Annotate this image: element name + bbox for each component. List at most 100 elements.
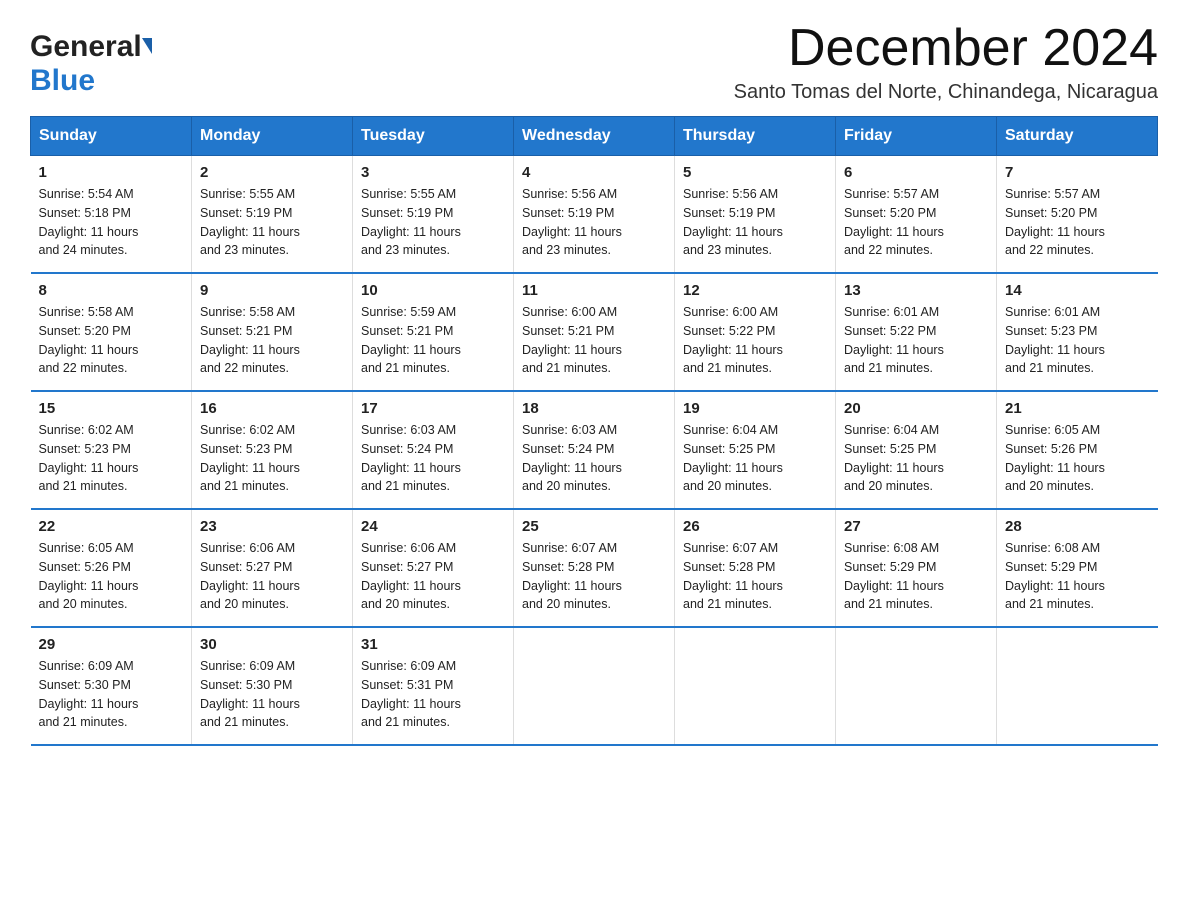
calendar-day-cell: 7 Sunrise: 5:57 AMSunset: 5:20 PMDayligh… bbox=[997, 156, 1158, 274]
day-number: 3 bbox=[361, 164, 505, 181]
calendar-day-cell: 8 Sunrise: 5:58 AMSunset: 5:20 PMDayligh… bbox=[31, 273, 192, 391]
calendar-day-cell: 5 Sunrise: 5:56 AMSunset: 5:19 PMDayligh… bbox=[675, 156, 836, 274]
day-number: 27 bbox=[844, 518, 988, 535]
day-info: Sunrise: 5:58 AMSunset: 5:20 PMDaylight:… bbox=[39, 303, 184, 378]
calendar-day-cell: 14 Sunrise: 6:01 AMSunset: 5:23 PMDaylig… bbox=[997, 273, 1158, 391]
day-number: 14 bbox=[1005, 282, 1150, 299]
calendar-header-wednesday: Wednesday bbox=[514, 117, 675, 156]
day-info: Sunrise: 5:55 AMSunset: 5:19 PMDaylight:… bbox=[200, 185, 344, 260]
calendar-day-cell: 28 Sunrise: 6:08 AMSunset: 5:29 PMDaylig… bbox=[997, 509, 1158, 627]
logo-arrow-icon bbox=[142, 38, 152, 54]
calendar-day-cell: 19 Sunrise: 6:04 AMSunset: 5:25 PMDaylig… bbox=[675, 391, 836, 509]
day-info: Sunrise: 5:55 AMSunset: 5:19 PMDaylight:… bbox=[361, 185, 505, 260]
day-number: 15 bbox=[39, 400, 184, 417]
calendar-day-cell bbox=[997, 627, 1158, 745]
day-number: 16 bbox=[200, 400, 344, 417]
day-info: Sunrise: 6:09 AMSunset: 5:30 PMDaylight:… bbox=[39, 657, 184, 732]
title-block: December 2024 Santo Tomas del Norte, Chi… bbox=[734, 20, 1158, 104]
calendar-header-friday: Friday bbox=[836, 117, 997, 156]
calendar-day-cell: 18 Sunrise: 6:03 AMSunset: 5:24 PMDaylig… bbox=[514, 391, 675, 509]
day-number: 29 bbox=[39, 636, 184, 653]
day-info: Sunrise: 6:03 AMSunset: 5:24 PMDaylight:… bbox=[522, 421, 666, 496]
calendar-day-cell: 1 Sunrise: 5:54 AMSunset: 5:18 PMDayligh… bbox=[31, 156, 192, 274]
calendar-day-cell: 2 Sunrise: 5:55 AMSunset: 5:19 PMDayligh… bbox=[192, 156, 353, 274]
day-number: 24 bbox=[361, 518, 505, 535]
day-info: Sunrise: 6:01 AMSunset: 5:22 PMDaylight:… bbox=[844, 303, 988, 378]
calendar-day-cell: 30 Sunrise: 6:09 AMSunset: 5:30 PMDaylig… bbox=[192, 627, 353, 745]
calendar-day-cell: 13 Sunrise: 6:01 AMSunset: 5:22 PMDaylig… bbox=[836, 273, 997, 391]
day-number: 28 bbox=[1005, 518, 1150, 535]
calendar-table: SundayMondayTuesdayWednesdayThursdayFrid… bbox=[30, 116, 1158, 746]
calendar-week-row: 8 Sunrise: 5:58 AMSunset: 5:20 PMDayligh… bbox=[31, 273, 1158, 391]
day-info: Sunrise: 6:02 AMSunset: 5:23 PMDaylight:… bbox=[39, 421, 184, 496]
day-info: Sunrise: 6:05 AMSunset: 5:26 PMDaylight:… bbox=[1005, 421, 1150, 496]
day-info: Sunrise: 6:06 AMSunset: 5:27 PMDaylight:… bbox=[361, 539, 505, 614]
calendar-day-cell bbox=[514, 627, 675, 745]
day-number: 18 bbox=[522, 400, 666, 417]
calendar-day-cell: 15 Sunrise: 6:02 AMSunset: 5:23 PMDaylig… bbox=[31, 391, 192, 509]
calendar-day-cell: 12 Sunrise: 6:00 AMSunset: 5:22 PMDaylig… bbox=[675, 273, 836, 391]
calendar-day-cell: 9 Sunrise: 5:58 AMSunset: 5:21 PMDayligh… bbox=[192, 273, 353, 391]
calendar-day-cell: 17 Sunrise: 6:03 AMSunset: 5:24 PMDaylig… bbox=[353, 391, 514, 509]
day-number: 11 bbox=[522, 282, 666, 299]
page-header: General Blue December 2024 Santo Tomas d… bbox=[30, 20, 1158, 104]
calendar-header-sunday: Sunday bbox=[31, 117, 192, 156]
day-number: 6 bbox=[844, 164, 988, 181]
day-info: Sunrise: 5:57 AMSunset: 5:20 PMDaylight:… bbox=[1005, 185, 1150, 260]
day-number: 21 bbox=[1005, 400, 1150, 417]
calendar-week-row: 15 Sunrise: 6:02 AMSunset: 5:23 PMDaylig… bbox=[31, 391, 1158, 509]
calendar-day-cell: 29 Sunrise: 6:09 AMSunset: 5:30 PMDaylig… bbox=[31, 627, 192, 745]
day-info: Sunrise: 6:00 AMSunset: 5:21 PMDaylight:… bbox=[522, 303, 666, 378]
day-number: 13 bbox=[844, 282, 988, 299]
calendar-week-row: 22 Sunrise: 6:05 AMSunset: 5:26 PMDaylig… bbox=[31, 509, 1158, 627]
calendar-day-cell: 10 Sunrise: 5:59 AMSunset: 5:21 PMDaylig… bbox=[353, 273, 514, 391]
day-number: 5 bbox=[683, 164, 827, 181]
calendar-week-row: 29 Sunrise: 6:09 AMSunset: 5:30 PMDaylig… bbox=[31, 627, 1158, 745]
day-info: Sunrise: 5:58 AMSunset: 5:21 PMDaylight:… bbox=[200, 303, 344, 378]
calendar-day-cell: 16 Sunrise: 6:02 AMSunset: 5:23 PMDaylig… bbox=[192, 391, 353, 509]
month-title: December 2024 bbox=[734, 20, 1158, 77]
logo: General Blue bbox=[30, 20, 152, 98]
calendar-day-cell bbox=[675, 627, 836, 745]
day-info: Sunrise: 6:01 AMSunset: 5:23 PMDaylight:… bbox=[1005, 303, 1150, 378]
calendar-day-cell: 23 Sunrise: 6:06 AMSunset: 5:27 PMDaylig… bbox=[192, 509, 353, 627]
calendar-header-row: SundayMondayTuesdayWednesdayThursdayFrid… bbox=[31, 117, 1158, 156]
day-number: 23 bbox=[200, 518, 344, 535]
day-number: 31 bbox=[361, 636, 505, 653]
calendar-day-cell: 24 Sunrise: 6:06 AMSunset: 5:27 PMDaylig… bbox=[353, 509, 514, 627]
day-info: Sunrise: 6:07 AMSunset: 5:28 PMDaylight:… bbox=[522, 539, 666, 614]
location-subtitle: Santo Tomas del Norte, Chinandega, Nicar… bbox=[734, 81, 1158, 104]
day-number: 10 bbox=[361, 282, 505, 299]
logo-general-text: General bbox=[30, 30, 152, 64]
calendar-day-cell: 21 Sunrise: 6:05 AMSunset: 5:26 PMDaylig… bbox=[997, 391, 1158, 509]
day-info: Sunrise: 6:09 AMSunset: 5:31 PMDaylight:… bbox=[361, 657, 505, 732]
day-number: 25 bbox=[522, 518, 666, 535]
day-number: 30 bbox=[200, 636, 344, 653]
day-number: 12 bbox=[683, 282, 827, 299]
calendar-day-cell: 27 Sunrise: 6:08 AMSunset: 5:29 PMDaylig… bbox=[836, 509, 997, 627]
day-info: Sunrise: 5:54 AMSunset: 5:18 PMDaylight:… bbox=[39, 185, 184, 260]
calendar-day-cell: 26 Sunrise: 6:07 AMSunset: 5:28 PMDaylig… bbox=[675, 509, 836, 627]
day-number: 9 bbox=[200, 282, 344, 299]
calendar-day-cell: 25 Sunrise: 6:07 AMSunset: 5:28 PMDaylig… bbox=[514, 509, 675, 627]
calendar-day-cell: 11 Sunrise: 6:00 AMSunset: 5:21 PMDaylig… bbox=[514, 273, 675, 391]
day-info: Sunrise: 6:04 AMSunset: 5:25 PMDaylight:… bbox=[683, 421, 827, 496]
calendar-day-cell: 6 Sunrise: 5:57 AMSunset: 5:20 PMDayligh… bbox=[836, 156, 997, 274]
day-info: Sunrise: 6:00 AMSunset: 5:22 PMDaylight:… bbox=[683, 303, 827, 378]
day-number: 7 bbox=[1005, 164, 1150, 181]
day-number: 17 bbox=[361, 400, 505, 417]
day-number: 8 bbox=[39, 282, 184, 299]
calendar-day-cell: 31 Sunrise: 6:09 AMSunset: 5:31 PMDaylig… bbox=[353, 627, 514, 745]
day-number: 19 bbox=[683, 400, 827, 417]
calendar-day-cell: 3 Sunrise: 5:55 AMSunset: 5:19 PMDayligh… bbox=[353, 156, 514, 274]
day-info: Sunrise: 6:07 AMSunset: 5:28 PMDaylight:… bbox=[683, 539, 827, 614]
calendar-week-row: 1 Sunrise: 5:54 AMSunset: 5:18 PMDayligh… bbox=[31, 156, 1158, 274]
calendar-header-saturday: Saturday bbox=[997, 117, 1158, 156]
day-number: 20 bbox=[844, 400, 988, 417]
day-info: Sunrise: 6:08 AMSunset: 5:29 PMDaylight:… bbox=[1005, 539, 1150, 614]
calendar-day-cell: 22 Sunrise: 6:05 AMSunset: 5:26 PMDaylig… bbox=[31, 509, 192, 627]
day-number: 22 bbox=[39, 518, 184, 535]
day-info: Sunrise: 5:56 AMSunset: 5:19 PMDaylight:… bbox=[683, 185, 827, 260]
day-info: Sunrise: 6:08 AMSunset: 5:29 PMDaylight:… bbox=[844, 539, 988, 614]
calendar-header-tuesday: Tuesday bbox=[353, 117, 514, 156]
